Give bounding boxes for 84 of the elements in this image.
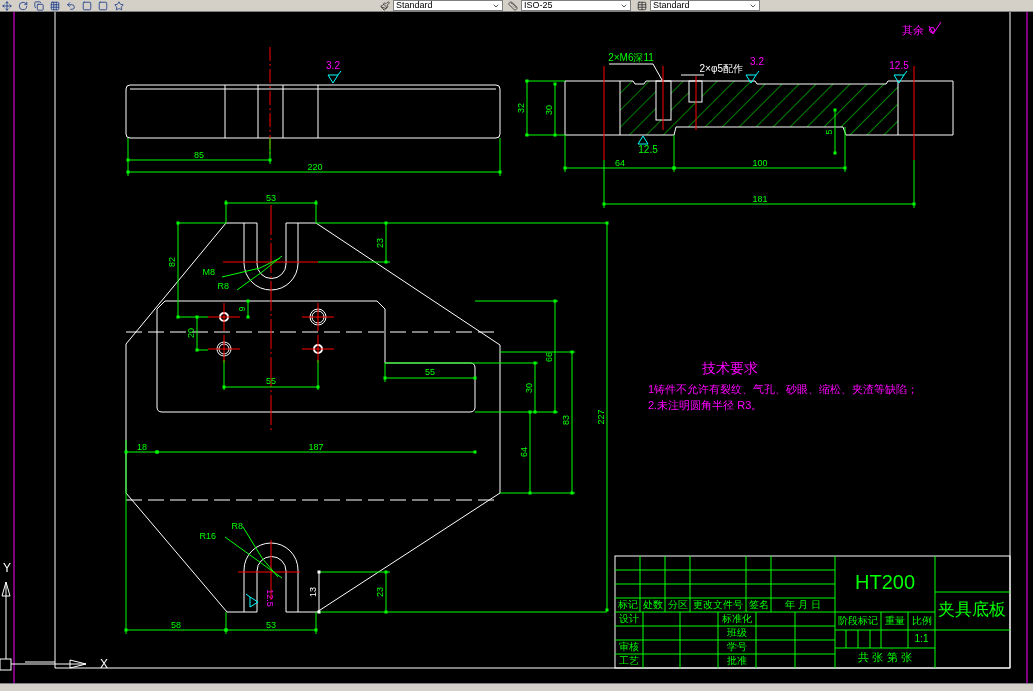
dimension-text: 23 (375, 587, 386, 597)
sheet-count-text: 共 张 第 张 (858, 650, 912, 663)
title-block-label: 处数 (642, 598, 663, 610)
dimension-text: 53 (266, 193, 276, 204)
title-block-label: 比例 (911, 614, 932, 626)
title-block-label: 签名 (748, 598, 769, 610)
roughness-note-text: 其余 (902, 23, 924, 36)
dimension-text: 53 (266, 620, 276, 631)
dimension-text: 5 (824, 129, 835, 135)
style-dropdown[interactable]: Standard (393, 0, 503, 11)
dimension-text: 20 (186, 328, 197, 338)
surface-roughness-icon (745, 70, 760, 84)
requirements-heading: 技术要求 (702, 359, 758, 376)
roughness-circle-icon (928, 21, 942, 35)
dimension-text: 83 (561, 415, 572, 425)
toolbar-tool-icon[interactable] (114, 0, 124, 11)
toolbar-tool-icon[interactable] (2, 0, 12, 11)
dimension-text: 30 (524, 383, 535, 393)
toolbar-tool-icon[interactable] (18, 0, 28, 11)
style-dropdown[interactable]: Standard (650, 0, 760, 11)
title-block-label: 审核 (619, 640, 639, 652)
title-block-label: 重量 (884, 614, 905, 626)
callout-text: R16 (199, 531, 216, 542)
ucs-axes-icon (0, 581, 87, 671)
title-block-label: 班级 (727, 626, 747, 638)
roughness-value-text: 3.2 (326, 59, 340, 71)
roughness-value-text: 12.5 (638, 143, 658, 155)
title-block-label: 学号 (727, 640, 747, 652)
surface-roughness-icon (327, 70, 342, 84)
dimension-text: 227 (596, 409, 607, 425)
callout-text: R8 (217, 281, 229, 292)
title-block-label: 批准 (727, 654, 747, 666)
x-axis-label: X (100, 657, 108, 672)
dimension-text: 66 (544, 352, 555, 362)
dimension-text: 82 (167, 257, 178, 267)
roughness-value-text: 12.5 (889, 59, 909, 71)
toolbar-tool-icon[interactable] (50, 0, 60, 11)
callout-text: 2×φ5配作 (699, 62, 743, 74)
callout-text: M8 (202, 267, 215, 278)
callout-text: R8 (231, 521, 243, 532)
dimension-text: 55 (425, 367, 435, 378)
roughness-value-text: 3.2 (750, 55, 764, 67)
surface-roughness-icon (637, 135, 649, 145)
title-block-label: 阶段标记 (838, 614, 878, 626)
requirement-text: 1铸件不允许有裂纹、气孔、砂眼、缩松、夹渣等缺陷； (648, 382, 919, 395)
style-icon[interactable] (508, 0, 518, 11)
drawing-title: 夹具底板 (938, 600, 1006, 620)
style-dropdown[interactable]: ISO-25 (521, 0, 631, 11)
title-block-label: 分区 (667, 598, 688, 610)
title-block-label: 工艺 (619, 654, 639, 666)
dimension-text: 32 (516, 103, 527, 113)
title-block-label: 年 月 日 (785, 598, 821, 610)
dimension-text: 181 (752, 194, 768, 205)
dimension-text: 23 (375, 238, 386, 248)
toolbar-tool-icon[interactable] (82, 0, 92, 11)
callout-text: 2×M6深11 (608, 51, 654, 63)
toolbar-tool-icon[interactable] (98, 0, 108, 11)
dimension-text: 220 (307, 162, 323, 173)
dimension-text: 100 (752, 158, 768, 169)
surface-roughness-icon (893, 70, 908, 84)
title-block-label: 标准化 (722, 612, 752, 624)
roughness-value-text: 12.5 (264, 589, 275, 607)
dimension-text: 64 (519, 447, 530, 457)
title-block-label: 标记 (617, 598, 638, 610)
dimension-text: 64 (615, 158, 625, 169)
material-text: HT200 (855, 571, 915, 594)
dimension-text: 58 (171, 620, 181, 631)
dimension-text: 85 (194, 150, 204, 161)
y-axis-label: Y (3, 561, 11, 576)
toolbar-tool-icon[interactable] (34, 0, 44, 11)
dimension-text: 9 (237, 306, 248, 312)
dimension-text: 13 (308, 587, 319, 597)
dimension-text: 18 (137, 442, 147, 453)
dimension-text: 30 (544, 105, 555, 115)
style-icon[interactable] (380, 0, 390, 11)
style-icon[interactable] (637, 0, 647, 11)
scale-text: 1:1 (914, 632, 929, 644)
dimension-text: 187 (308, 442, 324, 453)
title-block-label: 更改文件号 (693, 598, 743, 610)
requirement-text: 2.未注明圆角半径 R3。 (648, 398, 763, 411)
surface-roughness-icon (245, 593, 259, 608)
title-block-label: 设计 (619, 612, 639, 624)
toolbar-tool-icon[interactable] (66, 0, 76, 11)
dimension-text: 55 (266, 376, 276, 387)
